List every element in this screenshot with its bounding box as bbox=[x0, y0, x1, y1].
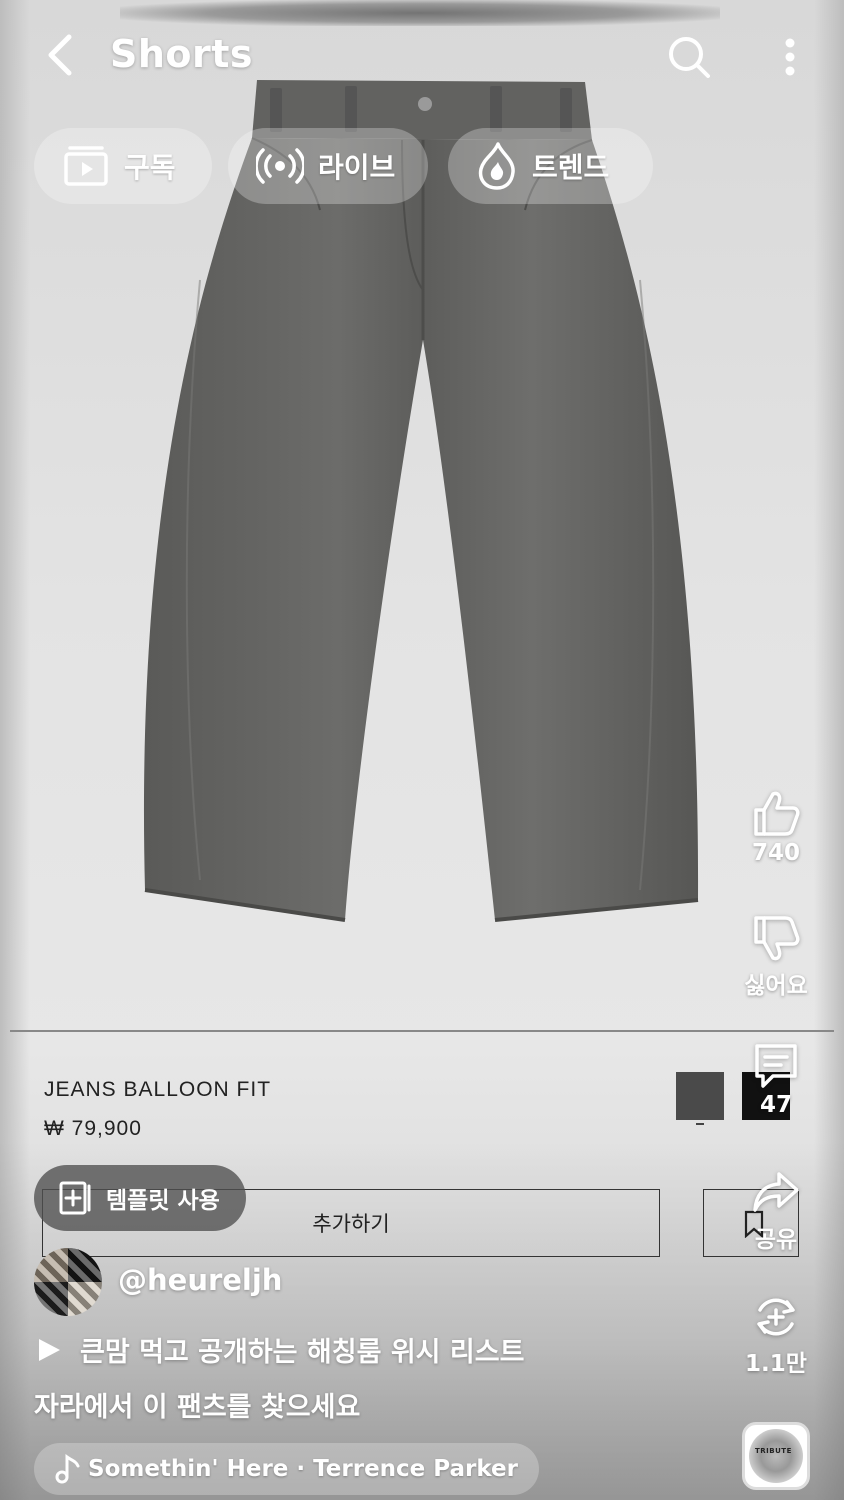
chip-live[interactable]: 라이브 bbox=[228, 128, 428, 204]
chip-label: 구독 bbox=[124, 151, 176, 184]
chip-subscriptions[interactable]: 구독 bbox=[34, 128, 212, 204]
share-label: 공유 bbox=[754, 1227, 798, 1253]
share-arrow-icon bbox=[753, 1172, 799, 1212]
channel-handle[interactable]: @heureljh bbox=[118, 1263, 282, 1297]
chip-trending[interactable]: 트렌드 bbox=[448, 128, 653, 204]
thumbs-up-icon bbox=[754, 791, 800, 836]
selected-swatch-indicator bbox=[696, 1123, 704, 1125]
chip-label: 트렌드 bbox=[532, 151, 610, 184]
play-icon bbox=[39, 1338, 60, 1361]
search-icon bbox=[669, 37, 710, 78]
dislike-button[interactable]: 싫어요 bbox=[736, 914, 816, 1000]
live-broadcast-icon bbox=[256, 148, 304, 184]
channel-avatar[interactable] bbox=[34, 1248, 102, 1316]
music-track-chip[interactable]: Somethin' Here · Terrence Parker bbox=[34, 1443, 539, 1495]
back-button[interactable] bbox=[38, 30, 82, 80]
sound-disc-button[interactable]: TRIBUTE bbox=[742, 1422, 810, 1490]
search-button[interactable] bbox=[664, 32, 714, 82]
product-price: ₩ 79,900 bbox=[44, 1117, 142, 1140]
template-label: 템플릿 사용 bbox=[106, 1188, 220, 1214]
playlist-link[interactable]: 큰맘 먹고 공개하는 해칭룸 위시 리스트 bbox=[36, 1330, 524, 1369]
more-options-button[interactable] bbox=[770, 32, 810, 82]
album-art-text: TRIBUTE bbox=[755, 1447, 792, 1455]
product-name: JEANS BALLOON FIT bbox=[44, 1078, 272, 1101]
comments-button[interactable]: 47 bbox=[736, 1040, 816, 1118]
thumbs-down-icon bbox=[754, 916, 800, 961]
top-bar: Shorts bbox=[0, 20, 844, 90]
dislike-label: 싫어요 bbox=[744, 973, 808, 999]
trending-flame-icon bbox=[478, 142, 515, 190]
color-swatch-grey[interactable] bbox=[676, 1072, 724, 1120]
video-caption[interactable]: 자라에서 이 팬츠를 찾으세요 bbox=[34, 1385, 360, 1424]
more-vertical-icon bbox=[785, 38, 795, 76]
share-button[interactable]: 공유 bbox=[736, 1168, 816, 1254]
product-card-divider bbox=[10, 1030, 834, 1032]
product-jeans-image bbox=[143, 80, 699, 922]
remix-icon bbox=[757, 1298, 795, 1336]
like-count: 740 bbox=[751, 840, 800, 866]
comment-count: 47 bbox=[759, 1092, 792, 1118]
remix-count: 1.1만 bbox=[745, 1351, 807, 1377]
add-to-cart-label: 추가하기 bbox=[312, 1212, 390, 1236]
like-button[interactable]: 740 bbox=[736, 788, 816, 866]
remix-button[interactable]: 1.1만 bbox=[736, 1292, 816, 1378]
music-track-label: Somethin' Here · Terrence Parker bbox=[88, 1456, 519, 1482]
subscriptions-icon bbox=[64, 146, 108, 186]
template-add-icon bbox=[59, 1181, 91, 1215]
use-template-button[interactable]: 템플릿 사용 bbox=[34, 1165, 246, 1231]
album-art-icon: TRIBUTE bbox=[749, 1429, 803, 1483]
page-title: Shorts bbox=[110, 32, 254, 76]
comment-icon bbox=[755, 1044, 797, 1088]
caption-playlist-text: 큰맘 먹고 공개하는 해칭룸 위시 리스트 bbox=[80, 1337, 525, 1368]
chip-label: 라이브 bbox=[318, 151, 396, 184]
chevron-left-icon bbox=[48, 34, 72, 76]
music-note-icon bbox=[55, 1454, 80, 1484]
